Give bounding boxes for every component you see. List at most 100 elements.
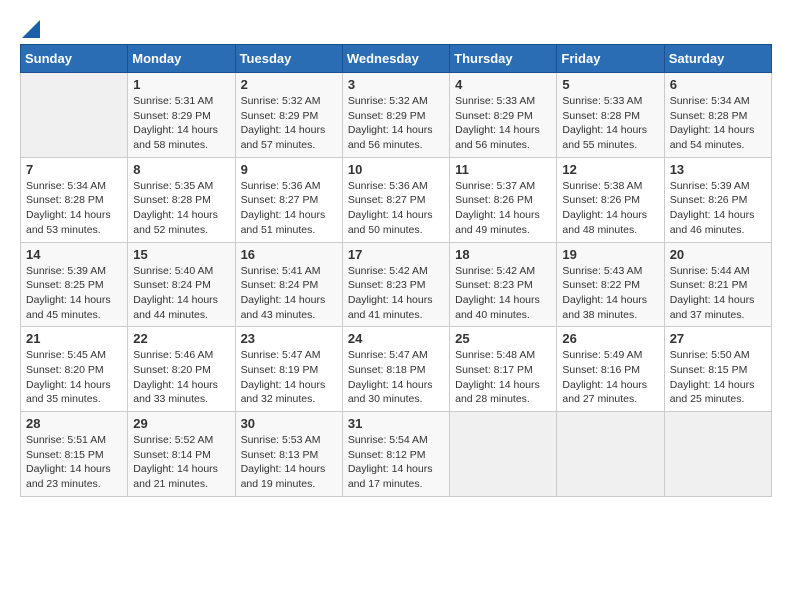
calendar-cell — [664, 412, 771, 497]
day-info: Sunrise: 5:39 AM Sunset: 8:25 PM Dayligh… — [26, 264, 122, 323]
day-info: Sunrise: 5:54 AM Sunset: 8:12 PM Dayligh… — [348, 433, 444, 492]
calendar-cell: 12Sunrise: 5:38 AM Sunset: 8:26 PM Dayli… — [557, 157, 664, 242]
day-info: Sunrise: 5:46 AM Sunset: 8:20 PM Dayligh… — [133, 348, 229, 407]
calendar-week-row: 7 Sunrise: 5:34 AM Sunset: 8:28 PM Daylig… — [21, 157, 772, 242]
calendar-cell: 14 Sunrise: 5:39 AM Sunset: 8:25 PM Dayli… — [21, 242, 128, 327]
day-number: 15 — [133, 247, 229, 262]
calendar-cell: 22 Sunrise: 5:46 AM Sunset: 8:20 PM Dayli… — [128, 327, 235, 412]
day-number: 19 — [562, 247, 658, 262]
day-number: 8 — [133, 162, 229, 177]
calendar-cell: 24 Sunrise: 5:47 AM Sunset: 8:18 PM Dayli… — [342, 327, 449, 412]
calendar-cell — [557, 412, 664, 497]
calendar-cell: 25 Sunrise: 5:48 AM Sunset: 8:17 PM Dayli… — [450, 327, 557, 412]
calendar-cell: 1 Sunrise: 5:31 AM Sunset: 8:29 PM Daylig… — [128, 73, 235, 158]
calendar-cell: 26Sunrise: 5:49 AM Sunset: 8:16 PM Dayli… — [557, 327, 664, 412]
day-info: Sunrise: 5:32 AM Sunset: 8:29 PM Dayligh… — [348, 94, 444, 153]
calendar-cell: 10Sunrise: 5:36 AM Sunset: 8:27 PM Dayli… — [342, 157, 449, 242]
page-header — [20, 20, 772, 34]
calendar-cell: 5Sunrise: 5:33 AM Sunset: 8:28 PM Daylig… — [557, 73, 664, 158]
day-info: Sunrise: 5:49 AM Sunset: 8:16 PM Dayligh… — [562, 348, 658, 407]
calendar-cell: 6 Sunrise: 5:34 AM Sunset: 8:28 PM Daylig… — [664, 73, 771, 158]
day-info: Sunrise: 5:39 AM Sunset: 8:26 PM Dayligh… — [670, 179, 766, 238]
day-info: Sunrise: 5:47 AM Sunset: 8:19 PM Dayligh… — [241, 348, 337, 407]
calendar-cell: 18Sunrise: 5:42 AM Sunset: 8:23 PM Dayli… — [450, 242, 557, 327]
day-number: 6 — [670, 77, 766, 92]
calendar-cell — [21, 73, 128, 158]
day-info: Sunrise: 5:34 AM Sunset: 8:28 PM Dayligh… — [670, 94, 766, 153]
calendar-cell: 8 Sunrise: 5:35 AM Sunset: 8:28 PM Daylig… — [128, 157, 235, 242]
day-number: 30 — [241, 416, 337, 431]
day-number: 16 — [241, 247, 337, 262]
weekday-header: Saturday — [664, 45, 771, 73]
day-info: Sunrise: 5:33 AM Sunset: 8:29 PM Dayligh… — [455, 94, 551, 153]
day-info: Sunrise: 5:47 AM Sunset: 8:18 PM Dayligh… — [348, 348, 444, 407]
day-info: Sunrise: 5:35 AM Sunset: 8:28 PM Dayligh… — [133, 179, 229, 238]
calendar-cell: 9 Sunrise: 5:36 AM Sunset: 8:27 PM Daylig… — [235, 157, 342, 242]
day-info: Sunrise: 5:33 AM Sunset: 8:28 PM Dayligh… — [562, 94, 658, 153]
day-info: Sunrise: 5:52 AM Sunset: 8:14 PM Dayligh… — [133, 433, 229, 492]
day-number: 25 — [455, 331, 551, 346]
weekday-header: Sunday — [21, 45, 128, 73]
day-info: Sunrise: 5:51 AM Sunset: 8:15 PM Dayligh… — [26, 433, 122, 492]
day-number: 13 — [670, 162, 766, 177]
day-info: Sunrise: 5:50 AM Sunset: 8:15 PM Dayligh… — [670, 348, 766, 407]
calendar-cell: 31 Sunrise: 5:54 AM Sunset: 8:12 PM Dayli… — [342, 412, 449, 497]
calendar-cell: 15 Sunrise: 5:40 AM Sunset: 8:24 PM Dayli… — [128, 242, 235, 327]
weekday-header: Wednesday — [342, 45, 449, 73]
day-number: 2 — [241, 77, 337, 92]
day-number: 31 — [348, 416, 444, 431]
calendar-week-row: 21Sunrise: 5:45 AM Sunset: 8:20 PM Dayli… — [21, 327, 772, 412]
day-number: 18 — [455, 247, 551, 262]
day-number: 20 — [670, 247, 766, 262]
day-number: 1 — [133, 77, 229, 92]
day-number: 3 — [348, 77, 444, 92]
calendar-cell: 27 Sunrise: 5:50 AM Sunset: 8:15 PM Dayli… — [664, 327, 771, 412]
day-info: Sunrise: 5:41 AM Sunset: 8:24 PM Dayligh… — [241, 264, 337, 323]
day-info: Sunrise: 5:43 AM Sunset: 8:22 PM Dayligh… — [562, 264, 658, 323]
calendar-cell — [450, 412, 557, 497]
weekday-header: Tuesday — [235, 45, 342, 73]
day-info: Sunrise: 5:31 AM Sunset: 8:29 PM Dayligh… — [133, 94, 229, 153]
calendar-cell: 4 Sunrise: 5:33 AM Sunset: 8:29 PM Daylig… — [450, 73, 557, 158]
calendar-week-row: 1 Sunrise: 5:31 AM Sunset: 8:29 PM Daylig… — [21, 73, 772, 158]
day-number: 22 — [133, 331, 229, 346]
day-info: Sunrise: 5:37 AM Sunset: 8:26 PM Dayligh… — [455, 179, 551, 238]
calendar-cell: 11 Sunrise: 5:37 AM Sunset: 8:26 PM Dayli… — [450, 157, 557, 242]
day-number: 29 — [133, 416, 229, 431]
calendar-cell: 13 Sunrise: 5:39 AM Sunset: 8:26 PM Dayli… — [664, 157, 771, 242]
weekday-header: Monday — [128, 45, 235, 73]
day-info: Sunrise: 5:36 AM Sunset: 8:27 PM Dayligh… — [241, 179, 337, 238]
calendar-week-row: 14 Sunrise: 5:39 AM Sunset: 8:25 PM Dayli… — [21, 242, 772, 327]
calendar-cell: 23 Sunrise: 5:47 AM Sunset: 8:19 PM Dayli… — [235, 327, 342, 412]
day-info: Sunrise: 5:44 AM Sunset: 8:21 PM Dayligh… — [670, 264, 766, 323]
day-info: Sunrise: 5:38 AM Sunset: 8:26 PM Dayligh… — [562, 179, 658, 238]
calendar-cell: 2Sunrise: 5:32 AM Sunset: 8:29 PM Daylig… — [235, 73, 342, 158]
day-info: Sunrise: 5:34 AM Sunset: 8:28 PM Dayligh… — [26, 179, 122, 238]
logo — [20, 20, 40, 34]
day-number: 9 — [241, 162, 337, 177]
day-info: Sunrise: 5:45 AM Sunset: 8:20 PM Dayligh… — [26, 348, 122, 407]
calendar-cell: 29 Sunrise: 5:52 AM Sunset: 8:14 PM Dayli… — [128, 412, 235, 497]
calendar-cell: 7 Sunrise: 5:34 AM Sunset: 8:28 PM Daylig… — [21, 157, 128, 242]
calendar-header-row: SundayMondayTuesdayWednesdayThursdayFrid… — [21, 45, 772, 73]
weekday-header: Thursday — [450, 45, 557, 73]
day-number: 23 — [241, 331, 337, 346]
day-number: 4 — [455, 77, 551, 92]
day-number: 24 — [348, 331, 444, 346]
day-info: Sunrise: 5:53 AM Sunset: 8:13 PM Dayligh… — [241, 433, 337, 492]
day-number: 7 — [26, 162, 122, 177]
day-info: Sunrise: 5:48 AM Sunset: 8:17 PM Dayligh… — [455, 348, 551, 407]
calendar-cell: 3 Sunrise: 5:32 AM Sunset: 8:29 PM Daylig… — [342, 73, 449, 158]
day-number: 11 — [455, 162, 551, 177]
calendar-cell: 30 Sunrise: 5:53 AM Sunset: 8:13 PM Dayli… — [235, 412, 342, 497]
day-info: Sunrise: 5:42 AM Sunset: 8:23 PM Dayligh… — [348, 264, 444, 323]
day-info: Sunrise: 5:36 AM Sunset: 8:27 PM Dayligh… — [348, 179, 444, 238]
calendar-cell: 20 Sunrise: 5:44 AM Sunset: 8:21 PM Dayli… — [664, 242, 771, 327]
day-number: 27 — [670, 331, 766, 346]
day-number: 17 — [348, 247, 444, 262]
day-number: 14 — [26, 247, 122, 262]
day-info: Sunrise: 5:40 AM Sunset: 8:24 PM Dayligh… — [133, 264, 229, 323]
weekday-header: Friday — [557, 45, 664, 73]
calendar-cell: 17 Sunrise: 5:42 AM Sunset: 8:23 PM Dayli… — [342, 242, 449, 327]
calendar-cell: 28Sunrise: 5:51 AM Sunset: 8:15 PM Dayli… — [21, 412, 128, 497]
